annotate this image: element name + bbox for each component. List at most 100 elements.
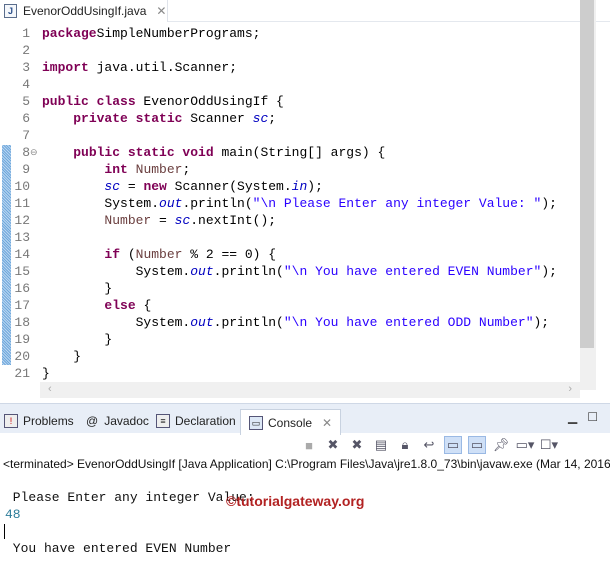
java-file-icon: J: [4, 4, 17, 18]
scroll-left-icon[interactable]: ‹: [48, 383, 52, 395]
code-line[interactable]: 9 int Number;: [0, 161, 580, 178]
line-number: 14: [14, 247, 30, 262]
code-token: Scanner: [182, 111, 253, 126]
close-icon[interactable]: ✕: [322, 416, 332, 430]
code-line[interactable]: 1 packageSimpleNumberPrograms;: [0, 25, 580, 42]
tab-javadoc[interactable]: @ Javadoc: [86, 409, 149, 433]
code-line[interactable]: 5 public class EvenorOddUsingIf {: [0, 93, 580, 110]
code-token: private static: [73, 111, 183, 126]
fold-collapse-icon[interactable]: ⊖: [30, 147, 38, 158]
code-line[interactable]: 15 System.out.println("\n You have enter…: [0, 263, 580, 280]
editor-tab-bar: J EvenorOddUsingIf.java ✕: [0, 0, 610, 22]
display-console-icon[interactable]: ▭▾: [516, 436, 535, 454]
scroll-lock-icon[interactable]: 🔒︎: [396, 436, 414, 454]
code-token: Number: [135, 247, 183, 262]
terminate-icon[interactable]: ■: [300, 436, 318, 454]
remove-all-terminated-icon[interactable]: ✖: [348, 436, 366, 454]
code-line[interactable]: 11 System.out.println("\n Please Enter a…: [0, 195, 580, 212]
code-line[interactable]: 16 }: [0, 280, 580, 297]
maximize-icon[interactable]: ☐: [587, 410, 598, 424]
code-line[interactable]: 13: [0, 229, 580, 246]
code-line[interactable]: 3 import java.util.Scanner;: [0, 59, 580, 76]
code-line[interactable]: 7: [0, 127, 580, 144]
line-number: 6: [22, 111, 30, 126]
code-token: int: [104, 162, 128, 177]
code-token: if: [104, 247, 121, 262]
show-on-stdout-icon[interactable]: ▭: [444, 436, 462, 454]
remove-launch-icon[interactable]: ✖: [324, 436, 342, 454]
pin-console-icon[interactable]: 📌︎: [492, 436, 510, 454]
code-line[interactable]: 17 else {: [0, 297, 580, 314]
line-number: 2: [22, 43, 30, 58]
code-token: Number: [135, 162, 183, 177]
clear-console-icon[interactable]: ▤: [372, 436, 390, 454]
code-token: .println(: [213, 264, 284, 279]
code-line[interactable]: 20 }: [0, 348, 580, 365]
word-wrap-icon[interactable]: ↩: [420, 436, 438, 454]
minimize-icon[interactable]: ▁: [568, 410, 577, 424]
code-line[interactable]: 4: [0, 76, 580, 93]
code-line[interactable]: 6 private static Scanner sc;: [0, 110, 580, 127]
close-icon[interactable]: ✕: [156, 4, 166, 18]
tab-label: Javadoc: [104, 414, 149, 428]
scrollbar-thumb[interactable]: [580, 0, 594, 348]
line-number: 12: [14, 213, 30, 228]
code-token: public static void: [73, 145, 214, 160]
code-token: ;: [268, 111, 277, 126]
code-line[interactable]: 8 public static void main(String[] args)…: [0, 144, 580, 161]
code-line[interactable]: 10 sc = new Scanner(System.in);: [0, 178, 580, 195]
line-number: 3: [22, 60, 30, 75]
code-text: System.out.println("\n You have entered …: [42, 263, 557, 280]
line-number: 9: [22, 162, 30, 177]
code-token: package: [42, 26, 97, 41]
horizontal-scrollbar[interactable]: ‹ ›: [40, 382, 580, 398]
line-number: 11: [14, 196, 30, 211]
code-line[interactable]: 19 }: [0, 331, 580, 348]
tab-console[interactable]: ▭ Console ✕: [240, 409, 342, 435]
code-text: System.out.println("\n Please Enter any …: [42, 195, 557, 212]
code-line[interactable]: 21}: [0, 365, 580, 382]
line-number: 19: [14, 332, 30, 347]
code-line[interactable]: 14 if (Number % 2 == 0) {: [0, 246, 580, 263]
code-token: sc: [174, 213, 191, 228]
line-number: 15: [14, 264, 30, 279]
code-line[interactable]: 2: [0, 42, 580, 59]
show-on-stderr-icon[interactable]: ▭: [468, 436, 486, 454]
code-token: System.: [42, 315, 191, 330]
console-panel: ! Problems @ Javadoc ≡ Declaration ▭ Console…: [0, 403, 610, 562]
panel-tab-bar: ! Problems @ Javadoc ≡ Declaration ▭ Console…: [0, 403, 610, 435]
code-token: new: [143, 179, 167, 194]
code-text: public static void main(String[] args) {: [42, 144, 385, 161]
open-console-icon[interactable]: ☐▾: [540, 436, 558, 454]
code-text: }: [42, 331, 112, 348]
code-token: in: [291, 179, 308, 194]
code-editor[interactable]: 1 packageSimpleNumberPrograms; 2 3 import ja…: [0, 25, 580, 387]
code-token: .println(: [182, 196, 253, 211]
code-text: }: [42, 280, 112, 297]
code-line[interactable]: 18 System.out.println("\n You have enter…: [0, 314, 580, 331]
code-line[interactable]: 12 Number = sc.nextInt();: [0, 212, 580, 229]
tab-declaration[interactable]: ≡ Declaration: [156, 409, 236, 433]
line-number: 13: [14, 230, 30, 245]
line-number: 5: [22, 94, 30, 109]
console-input[interactable]: 48: [5, 507, 21, 522]
code-token: "\n You have entered ODD Number": [283, 315, 534, 330]
editor-tab[interactable]: J EvenorOddUsingIf.java ✕: [0, 0, 168, 22]
code-text: sc = new Scanner(System.in);: [42, 178, 322, 195]
line-number: 18: [14, 315, 30, 330]
code-token: .println(: [213, 315, 284, 330]
declaration-icon: ≡: [156, 414, 170, 428]
scroll-right-icon[interactable]: ›: [568, 383, 572, 395]
code-token: import: [42, 60, 89, 75]
code-token: }: [42, 332, 113, 347]
code-text: private static Scanner sc;: [42, 110, 276, 127]
console-prompt: Please Enter any integer Value:: [5, 490, 263, 505]
editor-tab-label: EvenorOddUsingIf.java: [23, 4, 147, 18]
console-icon: ▭: [249, 415, 263, 430]
code-token: main(String[] args) {: [213, 145, 386, 160]
code-token: );: [541, 196, 557, 211]
code-token: out: [190, 315, 214, 330]
code-token: Scanner(System.: [166, 179, 292, 194]
tab-problems[interactable]: ! Problems: [4, 409, 74, 433]
